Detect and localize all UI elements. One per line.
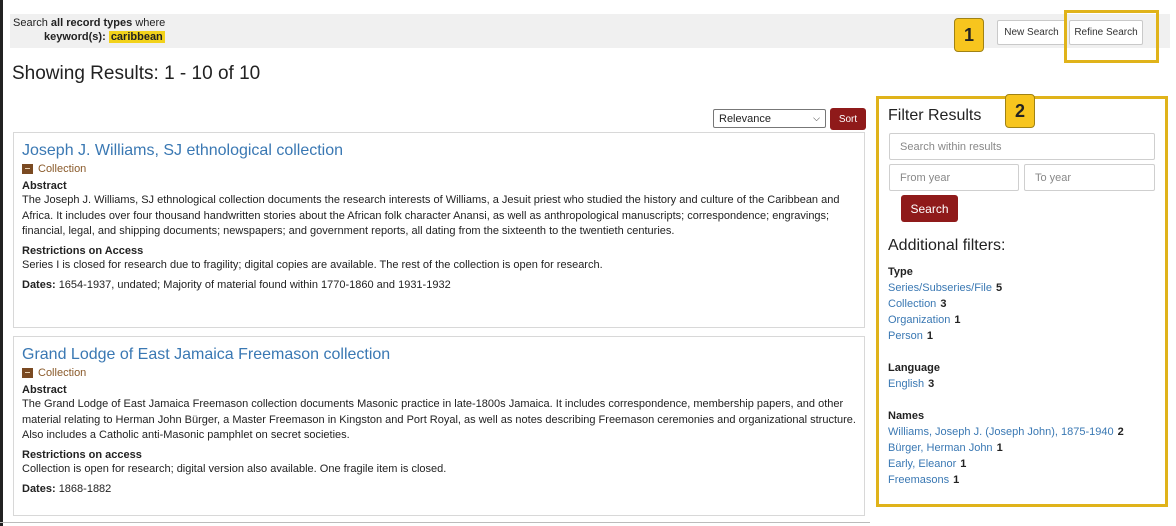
chevron-down-icon: ⌵ — [813, 113, 820, 123]
filter-link[interactable]: Williams, Joseph J. (Joseph John), 1875-… — [888, 426, 1114, 438]
filter-item: Williams, Joseph J. (Joseph John), 1875-… — [888, 424, 1124, 440]
filter-search-button[interactable]: Search — [901, 195, 958, 222]
abstract-label: Abstract — [22, 384, 67, 396]
filter-item: English 3 — [888, 376, 940, 392]
result-record: Grand Lodge of East Jamaica Freemason co… — [13, 336, 865, 516]
filter-link[interactable]: Freemasons — [888, 474, 949, 486]
refine-search-highlight — [1064, 10, 1159, 63]
keyword-highlight: caribbean — [108, 31, 165, 43]
filter-item: Early, Eleanor 1 — [888, 456, 1124, 472]
record-dates: Dates: 1868-1882 — [22, 483, 112, 495]
filter-link[interactable]: Person — [888, 330, 923, 342]
filter-link[interactable]: Series/Subseries/File — [888, 282, 992, 294]
result-record: Joseph J. Williams, SJ ethnological coll… — [13, 132, 865, 328]
filter-count: 2 — [1117, 426, 1124, 438]
filter-link[interactable]: Organization — [888, 314, 950, 326]
record-type: Collection — [22, 367, 856, 379]
filter-item: Freemasons 1 — [888, 472, 1124, 488]
callout-1: 1 — [954, 18, 984, 52]
filter-link[interactable]: Collection — [888, 298, 936, 310]
sort-button[interactable]: Sort — [830, 108, 866, 130]
filter-group-language: Language English 3 — [888, 360, 940, 392]
filter-group-heading: Names — [888, 410, 925, 422]
filter-link[interactable]: Early, Eleanor — [888, 458, 956, 470]
from-year-input[interactable]: From year — [889, 164, 1019, 191]
restrictions-text: Series I is closed for research due to f… — [22, 258, 603, 271]
to-year-input[interactable]: To year — [1024, 164, 1155, 191]
restrictions-label: Restrictions on Access — [22, 244, 144, 257]
new-search-button[interactable]: New Search — [997, 20, 1066, 45]
filter-count: 5 — [995, 282, 1003, 294]
divider — [0, 522, 870, 523]
filter-results-heading: Filter Results — [888, 107, 982, 124]
summary-line-2: keyword(s): caribbean — [44, 31, 165, 43]
filter-count: 1 — [926, 330, 933, 342]
filter-link[interactable]: English — [888, 378, 924, 390]
summary-line-1: Search all record types where — [13, 17, 166, 29]
sort-select[interactable]: Relevance ⌵ — [713, 109, 826, 128]
filter-count: 1 — [996, 442, 1003, 454]
filter-link[interactable]: Bürger, Herman John — [888, 442, 993, 454]
callout-2: 2 — [1005, 94, 1035, 128]
record-type: Collection — [22, 163, 856, 175]
filter-item: Bürger, Herman John 1 — [888, 440, 1124, 456]
record-title-link[interactable]: Joseph J. Williams, SJ ethnological coll… — [22, 141, 856, 161]
filter-item: Person 1 — [888, 328, 1002, 344]
filter-item: Series/Subseries/File 5 — [888, 280, 1002, 296]
filter-item: Collection 3 — [888, 296, 1002, 312]
additional-filters-heading: Additional filters: — [888, 237, 1006, 254]
abstract-text: The Joseph J. Williams, SJ ethnological … — [22, 194, 840, 237]
abstract-label: Abstract — [22, 180, 67, 192]
filter-group-type: Type Series/Subseries/File 5 Collection 3 … — [888, 264, 1002, 344]
restrictions-text: Collection is open for research; digital… — [22, 462, 447, 475]
filter-count: 1 — [960, 458, 967, 470]
left-border — [0, 0, 3, 526]
filter-count: 3 — [928, 378, 935, 390]
restrictions-label: Restrictions on access — [22, 448, 142, 461]
abstract-text: The Grand Lodge of East Jamaica Freemaso… — [22, 398, 856, 441]
search-within-input[interactable]: Search within results — [889, 133, 1155, 160]
record-title-link[interactable]: Grand Lodge of East Jamaica Freemason co… — [22, 345, 856, 365]
results-count: Showing Results: 1 - 10 of 10 — [12, 63, 261, 84]
archive-box-icon — [22, 368, 33, 378]
filter-group-heading: Type — [888, 266, 913, 278]
search-summary: Search all record types where keyword(s)… — [10, 14, 1170, 48]
filter-group-heading: Language — [888, 362, 940, 374]
filter-count: 1 — [953, 474, 960, 486]
filter-item: Organization 1 — [888, 312, 1002, 328]
archive-box-icon — [22, 164, 33, 174]
filter-count: 1 — [954, 314, 961, 326]
record-dates: Dates: 1654-1937, undated; Majority of m… — [22, 279, 451, 291]
filter-count: 3 — [940, 298, 947, 310]
sort-bar: Relevance ⌵ Sort — [713, 108, 866, 130]
filter-group-names: Names Williams, Joseph J. (Joseph John),… — [888, 408, 1124, 488]
